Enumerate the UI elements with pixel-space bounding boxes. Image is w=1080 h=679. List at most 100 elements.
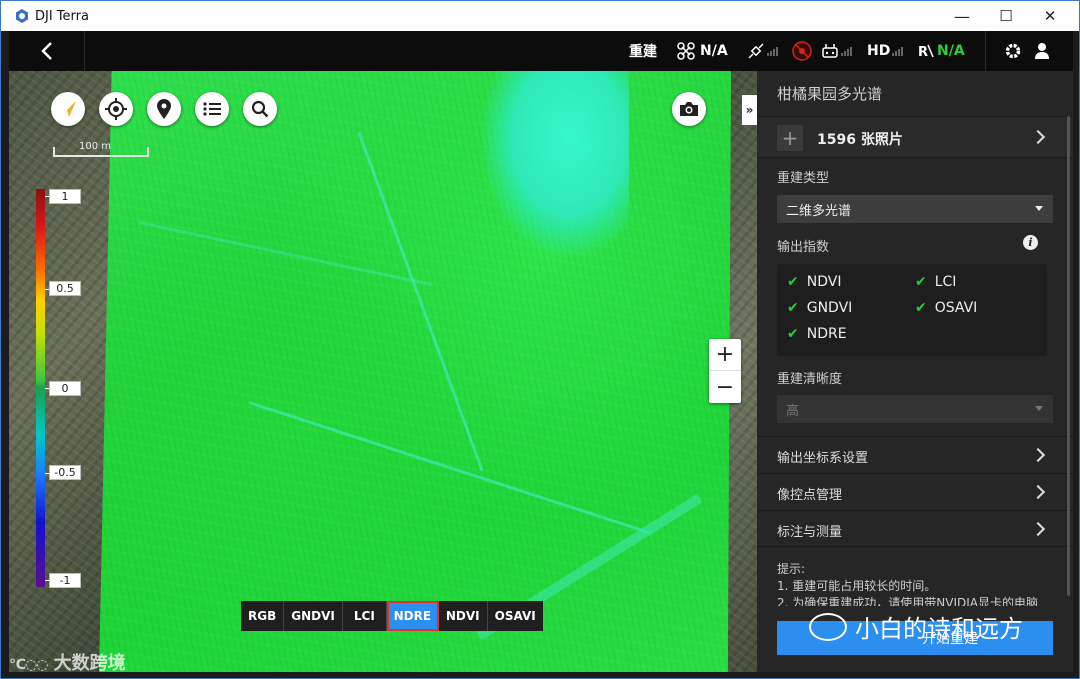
index-tab-ndre[interactable]: NDRE: [386, 601, 439, 631]
satellite-icon: [748, 43, 764, 59]
chevron-left-icon: [40, 42, 52, 60]
chevron-right-icon: [1030, 484, 1046, 500]
close-button[interactable]: ✕: [1027, 1, 1073, 31]
panel-scrollbar[interactable]: [1067, 116, 1070, 596]
compass-icon: [60, 101, 76, 117]
hd-label: HD: [867, 43, 891, 59]
caret-down-icon: [1035, 206, 1043, 211]
index-tab-ndvi[interactable]: NDVI: [439, 601, 488, 631]
index-checkbox-ndre[interactable]: ✔ NDRE: [787, 326, 847, 342]
marker-button[interactable]: [147, 92, 181, 126]
rebuild-type-select[interactable]: 二维多光谱: [777, 195, 1053, 223]
rebuild-label: 重建: [629, 44, 657, 60]
tips-text: 提示: 1. 重建可能占用较长的时间。 2. 为确保重建成功，请使用带NVIDI…: [777, 562, 1038, 606]
legend-label: -1: [49, 573, 81, 588]
map-view[interactable]: 100 m 1 0.5 0 -0.5 -1 + − » RGB GNDVI LC…: [9, 71, 757, 672]
clarity-label: 重建清晰度: [777, 372, 843, 387]
compass-button[interactable]: [51, 92, 85, 126]
check-icon: ✔: [915, 274, 927, 290]
crosshair-icon: [105, 98, 127, 120]
satellite-signal-bars: [767, 46, 778, 56]
check-icon: ✔: [787, 326, 799, 342]
chevron-right-icon: [1030, 521, 1046, 537]
check-icon: ✔: [787, 300, 799, 316]
legend-label: -0.5: [49, 465, 81, 480]
remote-controller-signal: [821, 31, 852, 71]
gcp-management-row[interactable]: 像控点管理: [757, 473, 1073, 510]
watermark-text: ℃◌◌ 大数跨境: [9, 653, 126, 672]
rc-signal-bars: [841, 46, 852, 56]
settings-button[interactable]: [1004, 31, 1022, 71]
search-icon: [251, 100, 269, 118]
maximize-button[interactable]: ☐: [983, 1, 1029, 31]
index-tab-gndvi[interactable]: GNDVI: [284, 601, 343, 631]
gear-icon: [1005, 43, 1021, 59]
clarity-select[interactable]: 高: [777, 395, 1053, 423]
app-window: DJI Terra — ☐ ✕ 重建 N/A HD R N/A 100 m 1 …: [0, 0, 1080, 679]
locate-button[interactable]: [99, 92, 133, 126]
annotation-measure-row[interactable]: 标注与测量: [757, 510, 1073, 547]
index-checkbox-osavi[interactable]: ✔ OSAVI: [915, 300, 977, 316]
index-checkbox-ndvi[interactable]: ✔ NDVI: [787, 274, 841, 290]
rebuild-type-value: 二维多光谱: [786, 203, 852, 219]
chevron-right-icon: [1030, 447, 1046, 463]
chevron-right-icon: [1030, 129, 1046, 145]
list-icon: [203, 102, 221, 116]
clarity-value: 高: [786, 403, 800, 419]
reconstruction-panel: 柑橘果园多光谱 + 1596 张照片 重建类型 二维多光谱 输出指数 i ✔ ND…: [757, 71, 1073, 672]
satellite-signal: [747, 31, 778, 71]
index-tab-osavi[interactable]: OSAVI: [488, 601, 543, 631]
ndre-index-orthomosaic: [99, 71, 731, 672]
index-checkbox-lci[interactable]: ✔ LCI: [915, 274, 956, 290]
aircraft-status-value: N/A: [700, 43, 728, 59]
photos-count: 1596 张照片: [817, 132, 903, 148]
window-title: DJI Terra: [35, 8, 89, 24]
check-icon: ✔: [787, 274, 799, 290]
output-index-label: 输出指数: [777, 240, 830, 255]
user-icon: [1035, 43, 1049, 59]
map-pin-icon: [157, 99, 171, 119]
info-icon[interactable]: i: [1023, 235, 1038, 250]
screenshot-button[interactable]: [672, 92, 706, 126]
toolbar-divider: [985, 31, 986, 71]
back-button[interactable]: [9, 31, 85, 71]
legend-label: 1: [49, 189, 81, 204]
rtk-status: R N/A: [917, 31, 965, 71]
hd-signal: HD: [867, 31, 904, 71]
drone-icon: [677, 42, 695, 60]
aircraft-status: N/A: [677, 31, 728, 71]
hd-signal-bars: [892, 46, 904, 56]
rtk-icon: R: [918, 44, 934, 60]
no-signal-icon: [792, 41, 812, 61]
zoom-control: + −: [709, 339, 741, 403]
search-button[interactable]: [243, 92, 277, 126]
photos-row[interactable]: + 1596 张照片: [757, 116, 1073, 158]
zoom-out-button[interactable]: −: [709, 371, 741, 403]
caret-down-icon: [1035, 406, 1043, 411]
layers-list-button[interactable]: [195, 92, 229, 126]
minimize-button[interactable]: —: [939, 1, 985, 31]
legend-label: 0: [49, 381, 81, 396]
remote-controller-icon: [822, 44, 838, 58]
zoom-in-button[interactable]: +: [709, 339, 741, 371]
legend-label: 0.5: [49, 281, 81, 296]
coordinate-settings-row[interactable]: 输出坐标系设置: [757, 436, 1073, 473]
color-legend-bar: [36, 189, 45, 587]
app-toolbar: 重建 N/A HD R N/A: [9, 31, 1073, 71]
remote-controller-warning: [791, 31, 813, 71]
index-tab-lci[interactable]: LCI: [343, 601, 387, 631]
index-tab-rgb[interactable]: RGB: [241, 601, 285, 631]
window-titlebar: DJI Terra — ☐ ✕: [1, 1, 1079, 31]
check-icon: ✔: [915, 300, 927, 316]
wechat-watermark: 小白的诗和远方: [809, 609, 1023, 644]
user-button[interactable]: [1034, 31, 1050, 71]
add-photos-button[interactable]: +: [777, 125, 803, 151]
output-index-list: ✔ NDVI ✔ LCI ✔ GNDVI ✔ OSAVI ✔ NDRE: [777, 264, 1047, 356]
collapse-panel-button[interactable]: »: [742, 95, 757, 125]
rebuild-type-label: 重建类型: [777, 171, 830, 186]
index-checkbox-gndvi[interactable]: ✔ GNDVI: [787, 300, 852, 316]
wechat-icon: [809, 612, 847, 641]
reservoir-area: [479, 71, 629, 261]
dji-terra-logo-icon: [16, 9, 28, 23]
project-title: 柑橘果园多光谱: [777, 85, 883, 103]
